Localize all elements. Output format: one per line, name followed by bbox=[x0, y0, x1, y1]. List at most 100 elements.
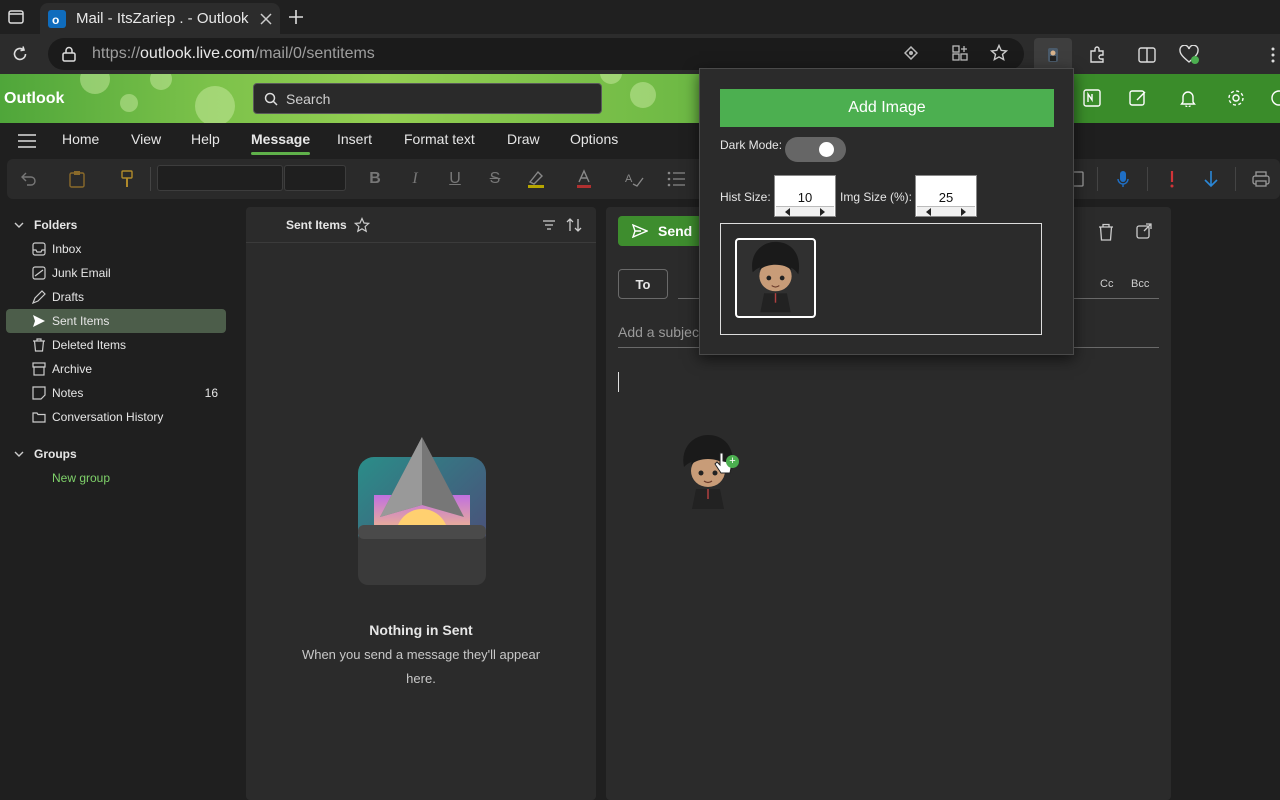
undo-icon[interactable] bbox=[19, 169, 39, 189]
browser-tab[interactable]: o Mail - ItsZariep . - Outlook bbox=[40, 3, 280, 34]
hist-size-spinner[interactable] bbox=[776, 206, 834, 216]
search-box[interactable]: Search bbox=[253, 83, 602, 114]
bold-icon[interactable]: B bbox=[365, 169, 385, 189]
font-color-icon[interactable] bbox=[573, 168, 595, 190]
formatting-toolbar: B I U S A bbox=[7, 159, 1280, 199]
more-options-icon[interactable] bbox=[1266, 44, 1280, 66]
tab-message[interactable]: Message bbox=[251, 131, 311, 155]
refresh-icon[interactable] bbox=[10, 44, 30, 64]
folders-title: Folders bbox=[34, 218, 78, 232]
my-day-icon[interactable] bbox=[1128, 88, 1148, 108]
favorite-star-icon[interactable] bbox=[354, 217, 370, 233]
browser-toolbar: https://outlook.live.com/mail/0/sentitem… bbox=[0, 34, 1280, 74]
extensions-puzzle-icon[interactable] bbox=[1086, 44, 1108, 66]
message-body-editor[interactable] bbox=[618, 367, 1159, 787]
svg-text:o: o bbox=[52, 13, 59, 27]
dictate-mic-icon[interactable] bbox=[1113, 168, 1133, 190]
highlight-icon[interactable] bbox=[525, 168, 547, 190]
dark-mode-label: Dark Mode: bbox=[720, 138, 783, 152]
close-tab-icon[interactable] bbox=[260, 12, 272, 25]
bullets-icon[interactable] bbox=[665, 168, 687, 190]
folder-item-junk[interactable]: Junk Email bbox=[6, 261, 226, 285]
folder-item-drafts[interactable]: Drafts bbox=[6, 285, 226, 309]
paste-icon[interactable] bbox=[67, 169, 87, 189]
outlook-brand[interactable]: Outlook bbox=[4, 90, 64, 108]
new-group-link[interactable]: New group bbox=[52, 471, 110, 485]
tab-view[interactable]: View bbox=[131, 131, 161, 147]
empty-sent-illustration bbox=[354, 435, 490, 590]
hamburger-menu-icon[interactable] bbox=[17, 132, 37, 150]
browser-tab-bar: o Mail - ItsZariep . - Outlook bbox=[0, 0, 1280, 34]
cc-button[interactable]: Cc bbox=[1100, 278, 1113, 290]
bcc-button[interactable]: Bcc bbox=[1131, 278, 1149, 290]
img-size-spinner[interactable] bbox=[917, 206, 975, 216]
chevron-down-icon bbox=[14, 451, 24, 457]
to-button[interactable]: To bbox=[618, 269, 668, 299]
high-importance-icon[interactable] bbox=[1162, 168, 1182, 190]
folder-item-sent[interactable]: Sent Items bbox=[6, 309, 226, 333]
ribbon-tabs: Home View Help Message Insert Format tex… bbox=[0, 123, 1280, 159]
folder-item-inbox[interactable]: Inbox bbox=[6, 237, 226, 261]
folder-item-notes[interactable]: Notes 16 bbox=[6, 381, 226, 405]
tab-format-text[interactable]: Format text bbox=[404, 131, 475, 147]
app-available-icon[interactable] bbox=[952, 45, 968, 61]
discard-trash-icon[interactable] bbox=[1098, 223, 1114, 241]
groups-header[interactable]: Groups bbox=[14, 447, 77, 461]
junk-icon bbox=[32, 266, 46, 280]
new-tab-icon[interactable] bbox=[286, 7, 306, 27]
sort-icon[interactable] bbox=[566, 217, 582, 233]
settings-gear-icon[interactable] bbox=[1226, 88, 1246, 108]
dark-mode-toggle[interactable] bbox=[785, 137, 846, 162]
tracking-icon[interactable] bbox=[904, 46, 918, 60]
strikethrough-icon[interactable]: S bbox=[485, 169, 505, 189]
font-family-select[interactable] bbox=[157, 165, 283, 191]
header-actions bbox=[1074, 74, 1280, 123]
address-bar[interactable]: https://outlook.live.com/mail/0/sentitem… bbox=[48, 38, 1024, 70]
italic-icon[interactable]: I bbox=[405, 169, 425, 189]
folder-title: Sent Items bbox=[286, 218, 347, 232]
folder-item-archive[interactable]: Archive bbox=[6, 357, 226, 381]
font-size-select[interactable] bbox=[284, 165, 346, 191]
folder-item-deleted[interactable]: Deleted Items bbox=[6, 333, 226, 357]
tab-title: Mail - ItsZariep . - Outlook bbox=[76, 10, 249, 27]
subject-input[interactable]: Add a subjec bbox=[618, 324, 699, 340]
tab-insert[interactable]: Insert bbox=[337, 131, 372, 147]
tab-help[interactable]: Help bbox=[191, 131, 220, 147]
extension-active-icon[interactable] bbox=[1034, 38, 1072, 72]
send-icon bbox=[632, 224, 648, 238]
img-size-input[interactable]: 25 bbox=[915, 175, 977, 217]
split-screen-icon[interactable] bbox=[1136, 44, 1158, 66]
low-importance-icon[interactable] bbox=[1201, 168, 1221, 190]
lock-icon[interactable] bbox=[62, 46, 76, 62]
folder-item-conversation-history[interactable]: Conversation History bbox=[6, 405, 226, 429]
styles-icon[interactable]: A bbox=[623, 168, 645, 190]
send-button[interactable]: Send bbox=[618, 216, 702, 246]
tab-draw[interactable]: Draw bbox=[507, 131, 540, 147]
format-painter-icon[interactable] bbox=[117, 169, 137, 189]
favorite-star-icon[interactable] bbox=[990, 44, 1008, 62]
image-thumbnail[interactable] bbox=[735, 238, 816, 318]
hist-size-label: Hist Size: bbox=[720, 190, 771, 204]
tab-actions-icon[interactable] bbox=[6, 8, 26, 26]
print-icon[interactable] bbox=[1251, 168, 1271, 190]
url-text: https://outlook.live.com/mail/0/sentitem… bbox=[92, 45, 375, 62]
hist-size-input[interactable]: 10 bbox=[774, 175, 836, 217]
underline-icon[interactable]: U bbox=[445, 169, 465, 189]
tab-home[interactable]: Home bbox=[62, 131, 99, 147]
pop-out-icon[interactable] bbox=[1136, 223, 1152, 239]
drafts-icon bbox=[32, 290, 46, 304]
help-icon[interactable] bbox=[1270, 88, 1280, 108]
filter-icon[interactable] bbox=[542, 219, 556, 231]
archive-icon bbox=[32, 362, 46, 376]
empty-state-title: Nothing in Sent bbox=[369, 622, 473, 638]
onenote-feed-icon[interactable] bbox=[1082, 88, 1102, 108]
add-image-button[interactable]: Add Image bbox=[720, 89, 1054, 127]
folders-header[interactable]: Folders bbox=[14, 218, 77, 232]
message-list-header: Sent Items bbox=[246, 207, 596, 243]
empty-state-line2: here. bbox=[406, 671, 436, 686]
img-size-label: Img Size (%): bbox=[840, 190, 913, 204]
image-history-box bbox=[720, 223, 1042, 335]
notifications-bell-icon[interactable] bbox=[1178, 88, 1198, 108]
browser-essentials-icon[interactable] bbox=[1178, 43, 1202, 67]
tab-options[interactable]: Options bbox=[570, 131, 618, 147]
